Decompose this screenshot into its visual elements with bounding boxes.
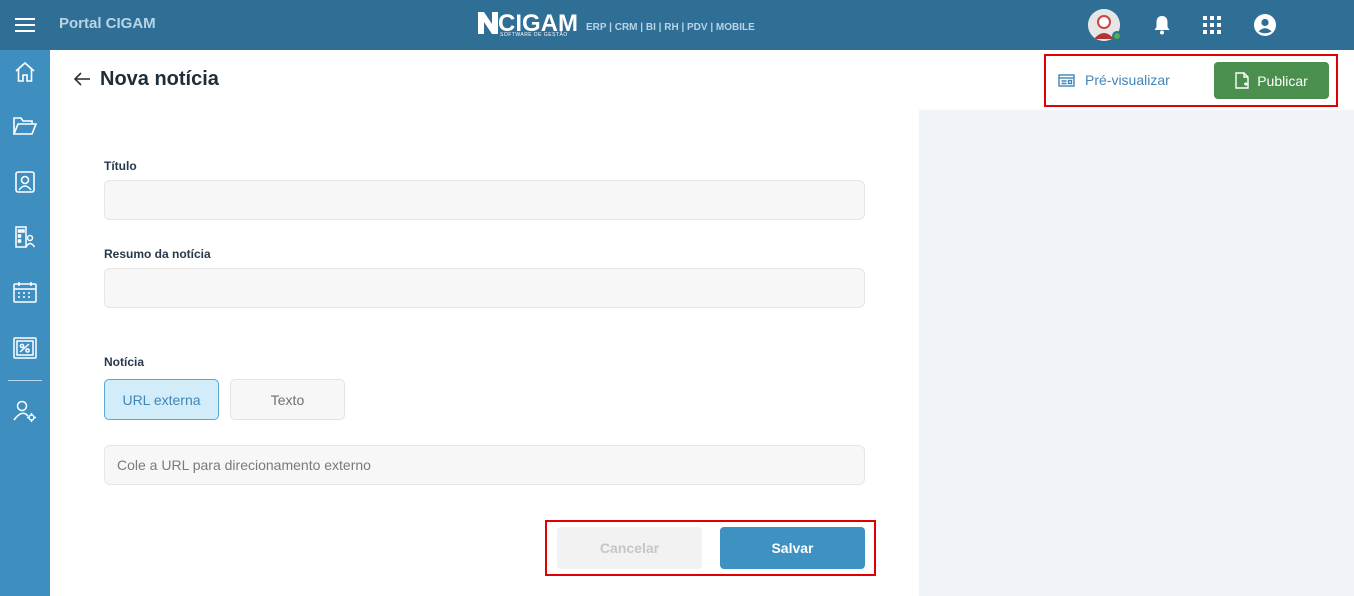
contact-card-icon — [15, 171, 35, 193]
notifications-button[interactable] — [1150, 13, 1174, 37]
cigam-logo: CIGAM SOFTWARE DE GESTÃO ERP | CRM | BI … — [478, 10, 755, 38]
document-publish-icon — [1235, 72, 1249, 89]
ticket-icon — [13, 337, 37, 359]
top-bar: Portal CIGAM CIGAM SOFTWARE DE GESTÃO ER… — [0, 0, 1354, 50]
summary-label: Resumo da notícia — [104, 247, 211, 261]
sidebar-divider — [8, 380, 42, 381]
news-label: Notícia — [104, 355, 145, 369]
preview-label: Pré-visualizar — [1085, 72, 1170, 88]
home-icon — [15, 61, 35, 82]
preview-button[interactable]: Pré-visualizar — [1058, 67, 1170, 93]
sidebar-item-user-settings[interactable] — [0, 391, 50, 431]
logo-text: CIGAM — [498, 10, 578, 37]
preview-card-icon — [1058, 73, 1075, 87]
sidebar-item-home[interactable] — [0, 52, 50, 92]
apps-grid-icon — [1203, 16, 1221, 34]
cancel-button[interactable]: Cancelar — [557, 527, 702, 569]
folder-open-icon — [13, 117, 37, 135]
sidebar — [0, 50, 50, 596]
page-title: Nova notícia — [100, 68, 219, 90]
sidebar-item-calendar[interactable] — [0, 272, 50, 312]
toggle-url-externa[interactable]: URL externa — [104, 379, 219, 420]
back-arrow-icon[interactable] — [72, 69, 92, 89]
url-input[interactable]: Cole a URL para direcionamento externo — [104, 445, 865, 485]
sidebar-item-organization[interactable] — [0, 217, 50, 257]
bell-icon — [1154, 16, 1170, 35]
account-circle-icon — [1254, 14, 1276, 36]
toggle-texto[interactable]: Texto — [230, 379, 345, 420]
sidebar-item-documents[interactable] — [0, 106, 50, 146]
portal-title[interactable]: Portal CIGAM — [59, 15, 156, 32]
cigam-mark-icon — [478, 12, 498, 34]
building-user-icon — [15, 226, 36, 248]
apps-button[interactable] — [1200, 13, 1224, 37]
menu-icon — [15, 18, 35, 32]
save-button[interactable]: Salvar — [720, 527, 865, 569]
online-status-dot — [1112, 31, 1122, 41]
title-label: Título — [104, 159, 137, 173]
calendar-icon — [13, 282, 37, 303]
logo-subtitle: SOFTWARE DE GESTÃO — [500, 32, 568, 38]
user-settings-icon — [13, 400, 36, 422]
title-input[interactable] — [104, 180, 865, 220]
logo-products: ERP | CRM | BI | RH | PDV | MOBILE — [586, 22, 755, 33]
menu-button[interactable] — [0, 0, 50, 50]
account-button[interactable] — [1253, 13, 1277, 37]
summary-input[interactable] — [104, 268, 865, 308]
publish-label: Publicar — [1257, 72, 1308, 89]
side-panel — [919, 110, 1354, 596]
sidebar-item-tickets[interactable] — [0, 328, 50, 368]
publish-button[interactable]: Publicar — [1214, 62, 1329, 99]
sidebar-item-contacts[interactable] — [0, 162, 50, 202]
